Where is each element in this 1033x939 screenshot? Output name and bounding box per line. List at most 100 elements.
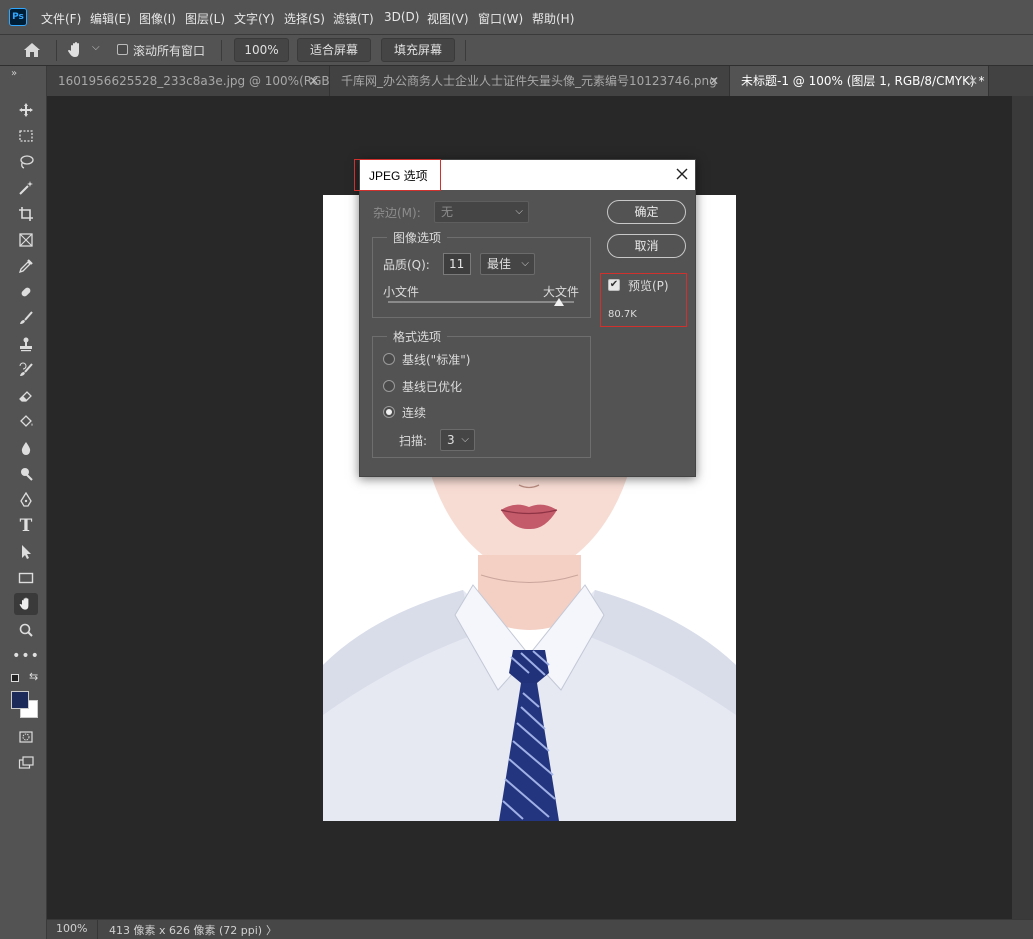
quality-label: 品质(Q): [383,258,430,272]
preview-highlight-box: ✔ 预览(P) 80.7K [600,273,687,327]
dialog-titlebar[interactable]: JPEG 选项 [354,159,695,191]
chevron-down-icon: ⌵ [521,258,529,269]
menu-view[interactable]: 视图(V) [427,10,469,27]
close-icon[interactable]: ✕ [709,66,719,96]
matte-select[interactable]: 无 ⌵ [434,201,529,223]
tab-label: 千库网_办公商务人士企业人士证件矢量头像_元素编号10123746.png [341,74,717,88]
path-selection-tool-icon[interactable] [14,541,38,563]
vertical-scrollbar[interactable] [1012,96,1033,919]
matte-value: 无 [441,205,454,219]
ok-button[interactable]: 确定 [607,200,686,224]
status-menu-arrow-icon[interactable]: 〉 [266,922,277,938]
fill-screen-button[interactable]: 填充屏幕 [381,38,455,62]
document-info: 413 像素 x 626 像素 (72 ppi) [109,924,263,937]
rectangle-tool-icon[interactable] [14,567,38,589]
preview-label: 预览(P) [628,279,669,293]
baseline-optimized-radio[interactable] [383,380,395,392]
status-bar: 100% 413 像素 x 626 像素 (72 ppi) 〉 [47,919,1033,939]
paint-bucket-tool-icon[interactable] [14,411,38,433]
tab-document-2[interactable]: 千库网_办公商务人士企业人士证件矢量头像_元素编号10123746.png ✕ [330,66,730,96]
screen-mode-icon[interactable] [14,752,38,774]
menu-image[interactable]: 图像(I) [139,10,176,27]
quality-input[interactable]: 11 [443,253,471,275]
quality-preset-value: 最佳 [487,257,512,271]
home-icon[interactable] [22,41,44,59]
dodge-tool-icon[interactable] [14,463,38,485]
eyedropper-tool-icon[interactable] [14,255,38,277]
menu-select[interactable]: 选择(S) [284,10,325,27]
brush-tool-icon[interactable] [14,307,38,329]
fit-screen-button[interactable]: 适合屏幕 [297,38,371,62]
quality-slider-thumb[interactable] [554,298,565,306]
jpeg-options-dialog: JPEG 选项 杂边(M): 无 ⌵ 图像选项 品质(Q): 11 最佳 ⌵ 小… [354,159,696,477]
zoom-level[interactable]: 100% [56,922,87,935]
close-icon[interactable]: ✕ [309,66,319,96]
zoom-tool-icon[interactable] [14,619,38,641]
foreground-color-swatch[interactable] [11,691,29,709]
menu-type[interactable]: 文字(Y) [234,10,275,27]
menu-filter[interactable]: 滤镜(T) [333,10,374,27]
close-icon[interactable]: ✕ [968,66,978,96]
baseline-standard-label: 基线("标准") [402,353,471,367]
scans-label: 扫描: [399,434,428,448]
tab-label: 1601956625528_233c8a3e.jpg @ 100%(RGB/..… [58,74,330,88]
baseline-standard-radio[interactable] [383,353,395,365]
chevron-down-icon: ⌵ [461,434,469,445]
swap-colors-icon[interactable]: ⇆ [29,670,38,683]
menu-window[interactable]: 窗口(W) [478,10,523,27]
frame-tool-icon[interactable] [14,229,38,251]
menu-edit[interactable]: 编辑(E) [90,10,131,27]
quick-mask-icon[interactable] [14,726,38,748]
divider [56,40,57,61]
healing-brush-tool-icon[interactable] [14,281,38,303]
scroll-all-windows-label: 滚动所有窗口 [133,44,206,58]
menu-layer[interactable]: 图层(L) [185,10,225,27]
tab-document-1[interactable]: 1601956625528_233c8a3e.jpg @ 100%(RGB/..… [47,66,330,96]
photoshop-logo-icon: Ps [9,8,27,26]
divider [221,40,222,61]
image-options-title: 图像选项 [387,229,448,246]
format-options-group: 格式选项 基线("标准") 基线已优化 连续 扫描: 3 ⌵ [372,328,591,458]
dialog-title: JPEG 选项 [369,169,428,183]
hand-tool-preset-picker[interactable]: ⌵ [66,40,100,60]
blur-tool-icon[interactable] [14,437,38,459]
scans-value: 3 [447,433,455,447]
menu-bar: Ps 文件(F) 编辑(E) 图像(I) 图层(L) 文字(Y) 选择(S) 滤… [0,0,1033,35]
quality-slider-track[interactable] [388,301,574,303]
scans-select[interactable]: 3 ⌵ [440,429,475,451]
cancel-button[interactable]: 取消 [607,234,686,258]
divider [97,920,98,939]
preview-checkbox[interactable]: ✔ [608,279,620,291]
menu-help[interactable]: 帮助(H) [532,10,574,27]
quality-preset-select[interactable]: 最佳 ⌵ [480,253,535,275]
default-colors-icon[interactable] [11,674,19,682]
history-brush-tool-icon[interactable] [14,359,38,381]
tab-label: 未标题-1 @ 100% (图层 1, RGB/8/CMYK) * [741,74,985,88]
toolbar: » T ••• ⇆ [0,66,47,939]
baseline-optimized-label: 基线已优化 [402,380,463,394]
move-tool-icon[interactable] [14,99,38,121]
pen-tool-icon[interactable] [14,489,38,511]
zoom-100-button[interactable]: 100% [234,38,289,62]
file-size-readout: 80.7K [608,309,637,320]
chevron-down-icon: ⌵ [92,42,100,53]
menu-file[interactable]: 文件(F) [41,10,81,27]
magic-wand-tool-icon[interactable] [14,177,38,199]
progressive-radio[interactable] [383,406,395,418]
clone-stamp-tool-icon[interactable] [14,333,38,355]
scroll-all-windows-checkbox[interactable] [117,44,128,55]
type-tool-icon[interactable]: T [14,515,38,537]
close-icon[interactable] [674,166,690,182]
marquee-tool-icon[interactable] [14,125,38,147]
tab-document-3[interactable]: 未标题-1 @ 100% (图层 1, RGB/8/CMYK) * ✕ [730,66,989,96]
options-bar: ⌵ 滚动所有窗口 100% 适合屏幕 填充屏幕 [0,35,1033,66]
small-file-label: 小文件 [383,285,420,299]
hand-tool-icon[interactable] [14,593,38,615]
expand-panel-icon[interactable]: » [11,68,17,79]
eraser-tool-icon[interactable] [14,385,38,407]
crop-tool-icon[interactable] [14,203,38,225]
chevron-down-icon: ⌵ [515,206,523,217]
lasso-tool-icon[interactable] [14,151,38,173]
menu-3d[interactable]: 3D(D) [384,10,419,24]
more-tools-icon[interactable]: ••• [12,645,39,667]
